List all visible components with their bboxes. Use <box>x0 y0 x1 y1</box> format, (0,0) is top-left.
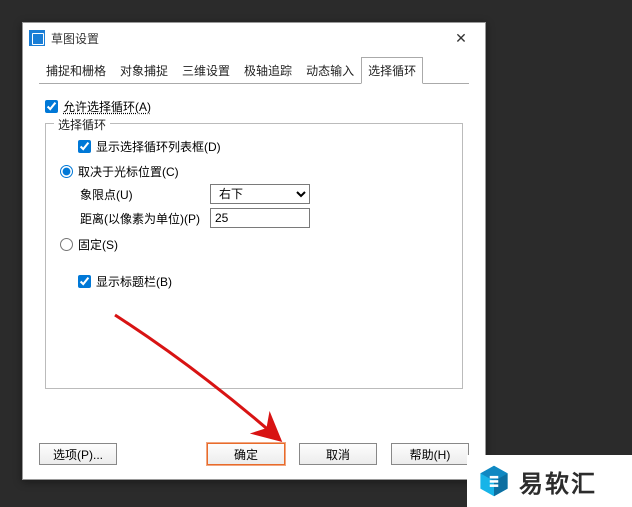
ok-button[interactable]: 确定 <box>207 443 285 465</box>
brand-logo-icon <box>477 464 511 498</box>
brand-text: 易软汇 <box>519 464 597 499</box>
close-button[interactable]: ✕ <box>443 26 479 50</box>
dialog-window: 草图设置 ✕ 捕捉和栅格 对象捕捉 三维设置 极轴追踪 动态输入 选择循环 允许… <box>22 22 486 480</box>
radio-fixed[interactable] <box>60 238 73 251</box>
tab-strip: 捕捉和栅格 对象捕捉 三维设置 极轴追踪 动态输入 选择循环 <box>39 57 469 84</box>
tab-polar-track[interactable]: 极轴追踪 <box>237 57 299 84</box>
options-button[interactable]: 选项(P)... <box>39 443 117 465</box>
show-titlebar-row[interactable]: 显示标题栏(B) <box>78 273 448 290</box>
help-button[interactable]: 帮助(H) <box>391 443 469 465</box>
show-listbox-row[interactable]: 显示选择循环列表框(D) <box>78 138 448 155</box>
radio-fixed-label: 固定(S) <box>78 236 118 253</box>
radio-depends-cursor-row[interactable]: 取决于光标位置(C) <box>60 163 448 180</box>
group-legend: 选择循环 <box>54 116 110 133</box>
quadrant-select[interactable]: 右下 <box>210 184 310 204</box>
tab-dynamic-input[interactable]: 动态输入 <box>299 57 361 84</box>
close-icon: ✕ <box>455 30 467 47</box>
quadrant-row: 象限点(U) 右下 <box>60 184 448 204</box>
button-row: 选项(P)... 确定 取消 帮助(H) <box>39 443 469 465</box>
show-titlebar-checkbox[interactable] <box>78 275 91 288</box>
show-titlebar-label: 显示标题栏(B) <box>96 273 172 290</box>
tab-content: 允许选择循环(A) 选择循环 显示选择循环列表框(D) 取决于光标位置(C) 象… <box>23 84 485 407</box>
show-listbox-checkbox[interactable] <box>78 140 91 153</box>
tab-select-cycle[interactable]: 选择循环 <box>361 57 423 84</box>
select-cycle-group: 选择循环 显示选择循环列表框(D) 取决于光标位置(C) 象限点(U) 右下 距… <box>45 123 463 389</box>
dialog-title: 草图设置 <box>51 30 99 47</box>
radio-depends-cursor[interactable] <box>60 165 73 178</box>
allow-select-cycle-checkbox[interactable] <box>45 100 58 113</box>
allow-select-cycle-label: 允许选择循环(A) <box>63 98 151 115</box>
radio-fixed-row[interactable]: 固定(S) <box>60 236 448 253</box>
titlebar: 草图设置 ✕ <box>23 23 485 53</box>
allow-select-cycle-row[interactable]: 允许选择循环(A) <box>45 98 463 115</box>
radio-depends-cursor-label: 取决于光标位置(C) <box>78 163 179 180</box>
distance-row: 距离(以像素为单位)(P) <box>60 208 448 228</box>
brand-watermark: 易软汇 <box>467 455 632 507</box>
distance-input[interactable] <box>210 208 310 228</box>
cancel-button[interactable]: 取消 <box>299 443 377 465</box>
app-icon <box>29 30 45 46</box>
tab-3d-settings[interactable]: 三维设置 <box>175 57 237 84</box>
distance-label: 距离(以像素为单位)(P) <box>80 210 210 227</box>
show-listbox-label: 显示选择循环列表框(D) <box>96 138 221 155</box>
tab-object-snap[interactable]: 对象捕捉 <box>113 57 175 84</box>
tab-snap-grid[interactable]: 捕捉和栅格 <box>39 57 113 84</box>
quadrant-label: 象限点(U) <box>80 186 210 203</box>
